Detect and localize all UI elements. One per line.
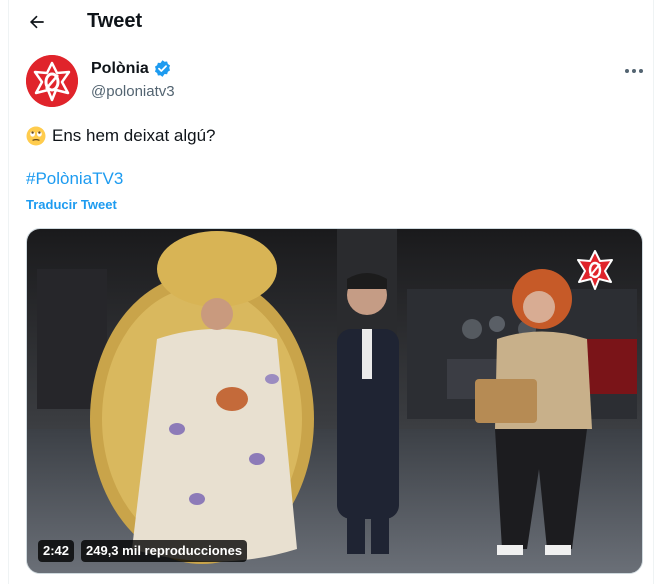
- tweet-text: Ens hem deixat algú?: [26, 126, 216, 146]
- more-options-button[interactable]: [617, 60, 651, 82]
- video-player[interactable]: 2:42 249,3 mil reproducciones: [26, 228, 643, 574]
- avatar[interactable]: [26, 55, 78, 107]
- author-name[interactable]: Polònia: [91, 60, 149, 78]
- author-name-row: Polònia: [91, 59, 172, 78]
- author-handle[interactable]: @poloniatv3: [91, 83, 175, 100]
- arrow-left-icon: [29, 15, 44, 29]
- tweet-body: Ens hem deixat algú?: [52, 126, 216, 145]
- tweet-page: Tweet Polònia @poloniatv3 Ens hem deixat…: [8, 0, 654, 584]
- video-views-badge: 249,3 mil reproducciones: [81, 540, 248, 562]
- video-duration-badge: 2:42: [38, 540, 75, 562]
- back-button[interactable]: [25, 10, 49, 34]
- polonia-logo-icon: [26, 55, 78, 107]
- page-title: Tweet: [87, 10, 143, 32]
- video-frame: [27, 229, 642, 573]
- translate-tweet-link[interactable]: Traducir Tweet: [26, 197, 117, 212]
- verified-badge-icon: [154, 60, 170, 77]
- more-horizontal-icon: [625, 69, 643, 73]
- hashtag-link[interactable]: #PolòniaTV3: [26, 169, 123, 189]
- tweet-header: Tweet: [9, 0, 655, 46]
- face-with-rolling-eyes-icon: [26, 126, 46, 146]
